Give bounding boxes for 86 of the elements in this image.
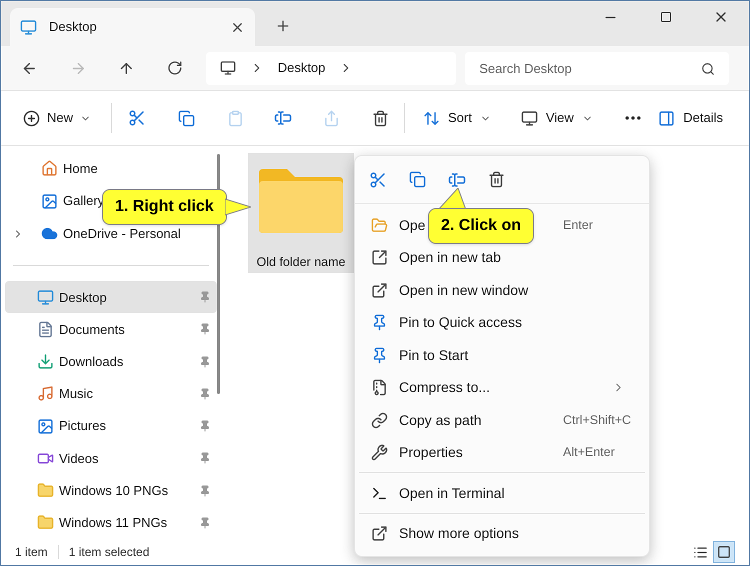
folder-icon — [371, 216, 388, 234]
menu-item[interactable]: Ope — [399, 216, 426, 233]
search-field[interactable]: Search Desktop — [465, 52, 730, 84]
tiles-view-toggle[interactable] — [713, 541, 735, 563]
folder-tile[interactable]: Old folder name — [248, 153, 354, 273]
menu-item[interactable]: Pin to Quick access — [399, 314, 522, 330]
delete-icon[interactable] — [488, 171, 505, 188]
pin-icon[interactable] — [199, 420, 211, 432]
gallery-icon — [41, 192, 58, 210]
cut-icon[interactable] — [128, 109, 146, 127]
copy-icon[interactable] — [178, 110, 196, 126]
breadcrumb[interactable]: Desktop — [278, 58, 326, 78]
folder-icon — [37, 514, 54, 532]
monitor-icon — [520, 110, 538, 126]
pictures-icon — [37, 418, 54, 435]
sidebar-item[interactable]: Videos — [5, 442, 217, 475]
pin-icon[interactable] — [199, 516, 211, 529]
selection-count: 1 item selected — [68, 544, 150, 561]
folder-icon — [257, 167, 345, 235]
archive-icon — [371, 379, 388, 396]
pin-icon[interactable] — [199, 452, 211, 464]
callout: 1. Right click — [102, 189, 251, 225]
sidebar-item[interactable]: Desktop — [5, 281, 217, 314]
sidebar-item[interactable]: Downloads — [5, 346, 217, 378]
refresh-icon[interactable] — [167, 60, 183, 76]
sidebar-item[interactable]: Home — [41, 157, 98, 180]
menu-item[interactable]: Open in Terminal — [399, 484, 505, 501]
new-window-icon — [371, 282, 388, 299]
details-button[interactable]: Details — [658, 108, 723, 128]
view-button[interactable]: View — [520, 108, 593, 128]
sort-icon — [423, 110, 440, 126]
new-tab-icon[interactable] — [275, 18, 291, 34]
copy-icon[interactable] — [409, 171, 426, 188]
pin-icon[interactable] — [199, 356, 211, 368]
square-icon — [717, 545, 731, 559]
pin-icon[interactable] — [199, 323, 211, 336]
sidebar-item[interactable]: Windows 10 PNGs — [5, 474, 217, 507]
new-tab-icon — [371, 249, 388, 266]
sidebar-item[interactable]: Music — [5, 378, 217, 410]
desktop-icon — [20, 18, 37, 36]
menu-item[interactable]: Open in new tab — [399, 249, 501, 266]
panel-icon — [658, 110, 676, 126]
more-options-icon — [371, 525, 388, 542]
shortcut-text: Enter — [563, 216, 594, 234]
folder-name: Old folder name — [256, 254, 346, 271]
pin-icon[interactable] — [199, 484, 211, 497]
computer-icon — [220, 60, 236, 76]
path-icon — [371, 412, 388, 429]
sidebar-item[interactable]: Windows 11 PNGs — [5, 506, 217, 540]
folder-icon — [37, 482, 54, 500]
plus-icon — [23, 110, 40, 126]
pin-icon[interactable] — [199, 388, 211, 400]
menu-item[interactable]: Compress to... — [399, 379, 490, 396]
item-count: 1 item — [15, 544, 48, 561]
shortcut-text: Ctrl+Shift+C — [563, 412, 632, 429]
shortcut-text: Alt+Enter — [563, 444, 616, 462]
sidebar-item[interactable]: Gallery — [41, 190, 104, 212]
wrench-icon — [371, 444, 388, 462]
music-icon — [37, 385, 54, 402]
tab[interactable]: Desktop — [10, 8, 255, 46]
download-icon — [37, 353, 54, 370]
desktop-icon — [37, 288, 54, 306]
pin-icon — [371, 314, 388, 332]
list-icon — [692, 544, 708, 560]
document-icon — [37, 320, 54, 338]
menu-item[interactable]: Copy as path — [399, 412, 482, 428]
menu-item[interactable]: Properties — [399, 444, 463, 460]
cut-icon[interactable] — [369, 170, 387, 188]
callout: 2. Click on — [428, 188, 534, 244]
sidebar-item[interactable]: Pictures — [5, 410, 217, 442]
sidebar-item[interactable]: Documents — [5, 313, 217, 346]
sidebar-item[interactable]: OneDrive - Personal — [41, 222, 181, 245]
menu-item[interactable]: Show more options — [399, 525, 519, 542]
rename-icon[interactable] — [448, 170, 466, 188]
search-icon — [701, 62, 716, 76]
delete-icon[interactable] — [372, 110, 390, 126]
sort-button[interactable]: Sort — [423, 108, 491, 128]
home-icon — [41, 160, 58, 177]
menu-item[interactable]: Pin to Start — [399, 346, 468, 363]
new-button[interactable]: New — [23, 108, 92, 128]
maximize-icon[interactable] — [660, 11, 672, 23]
pin-icon — [371, 346, 388, 364]
callout-pointer — [224, 197, 251, 217]
menu-item[interactable]: Open in new window — [399, 282, 528, 298]
address-bar[interactable]: Desktop — [206, 52, 456, 84]
rename-icon[interactable] — [274, 109, 292, 127]
